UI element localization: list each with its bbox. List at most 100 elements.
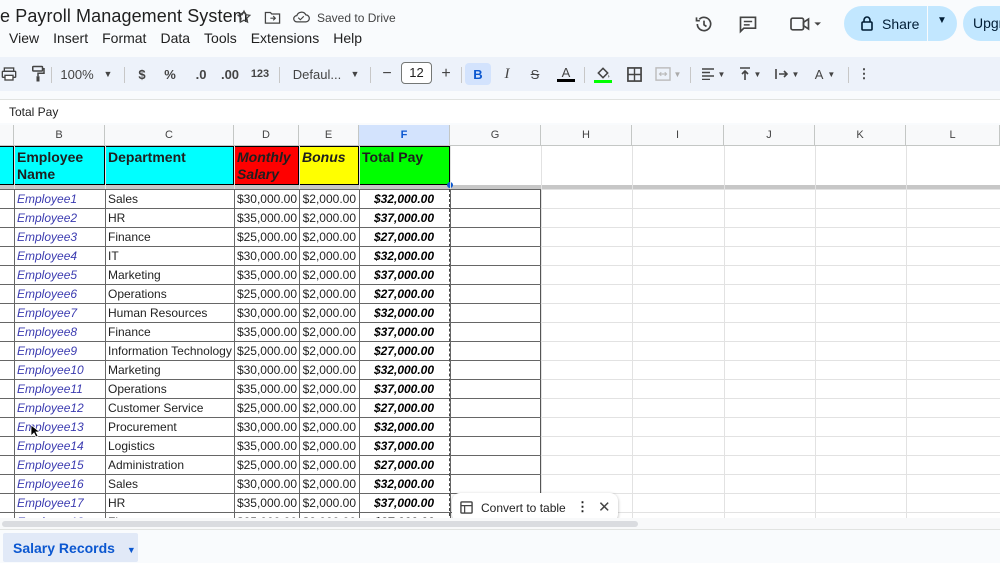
more-options-icon[interactable]: ⋮ xyxy=(856,63,872,85)
vertical-align-icon[interactable]: ▼ xyxy=(735,63,765,85)
employee-name-cell[interactable]: Employee15 xyxy=(17,456,103,474)
department-cell[interactable]: Marketing xyxy=(108,361,232,379)
salary-cell[interactable]: $25,000.00 xyxy=(235,228,297,246)
employee-name-cell[interactable]: Employee12 xyxy=(17,399,103,417)
salary-cell[interactable]: $25,000.00 xyxy=(235,342,297,360)
employee-name-cell[interactable]: Employee2 xyxy=(17,209,103,227)
total-pay-cell[interactable]: $32,000.00 xyxy=(360,418,448,436)
department-cell[interactable]: Operations xyxy=(108,380,232,398)
more-formats-button[interactable]: 123 xyxy=(248,63,272,85)
menu-view[interactable]: View xyxy=(9,30,39,46)
department-cell[interactable]: IT xyxy=(108,247,232,265)
font-dropdown-icon[interactable]: ▼ xyxy=(348,63,362,85)
menu-data[interactable]: Data xyxy=(160,30,190,46)
column-header-F[interactable]: F xyxy=(359,125,450,146)
table-row[interactable]: Employee3 Finance $25,000.00 $2,000.00 $27,0… xyxy=(0,228,541,246)
borders-icon[interactable] xyxy=(624,63,644,85)
column-header-C[interactable]: C xyxy=(105,125,234,146)
table-row[interactable]: Employee15 Administration $25,000.00 $2,000… xyxy=(0,456,541,474)
employee-name-cell[interactable]: Employee7 xyxy=(17,304,103,322)
strikethrough-button[interactable]: S xyxy=(525,63,545,85)
italic-button[interactable]: I xyxy=(497,63,517,85)
table-row[interactable]: Employee6 Operations $25,000.00 $2,000.00 $2… xyxy=(0,285,541,303)
table-row[interactable]: Employee2 HR $35,000.00 $2,000.00 $37,000.00 xyxy=(0,209,541,227)
increase-decimal-button[interactable]: .00 xyxy=(218,63,242,85)
table-row[interactable]: Employee10 Marketing $30,000.00 $2,000.00 $3… xyxy=(0,361,541,379)
bonus-cell[interactable]: $2,000.00 xyxy=(300,228,356,246)
bonus-cell[interactable]: $2,000.00 xyxy=(300,285,356,303)
zoom-dropdown-icon[interactable]: ▼ xyxy=(101,63,115,85)
total-pay-cell[interactable]: $32,000.00 xyxy=(360,190,448,208)
salary-cell[interactable]: $30,000.00 xyxy=(235,190,297,208)
total-pay-cell[interactable]: $27,000.00 xyxy=(360,228,448,246)
total-pay-cell[interactable]: $37,000.00 xyxy=(360,323,448,341)
employee-name-cell[interactable]: Employee3 xyxy=(17,228,103,246)
employee-name-cell[interactable]: Employee13 xyxy=(17,418,103,436)
zoom-select[interactable]: 100% xyxy=(58,63,96,85)
sheet-grid[interactable]: Employee Name Department Monthly Salary … xyxy=(0,146,1000,518)
bonus-cell[interactable]: $2,000.00 xyxy=(300,266,356,284)
bonus-cell[interactable]: $2,000.00 xyxy=(300,380,356,398)
salary-cell[interactable]: $35,000.00 xyxy=(235,209,297,227)
bonus-cell[interactable]: $2,000.00 xyxy=(300,304,356,322)
popup-more-icon[interactable]: ⋮ xyxy=(576,499,589,515)
employee-name-cell[interactable]: Employee17 xyxy=(17,494,103,512)
table-row[interactable]: Employee8 Finance $35,000.00 $2,000.00 $37,0… xyxy=(0,323,541,341)
employee-name-cell[interactable]: Employee10 xyxy=(17,361,103,379)
total-pay-cell[interactable]: $37,000.00 xyxy=(360,494,448,512)
bonus-cell[interactable]: $2,000.00 xyxy=(300,342,356,360)
bonus-cell[interactable]: $2,000.00 xyxy=(300,247,356,265)
menu-help[interactable]: Help xyxy=(333,30,362,46)
font-size-input[interactable]: 12 xyxy=(401,62,432,84)
bonus-cell[interactable]: $2,000.00 xyxy=(300,494,356,512)
header-department[interactable]: Department xyxy=(104,146,234,185)
document-title[interactable]: e Payroll Management System xyxy=(0,6,248,27)
bonus-cell[interactable]: $2,000.00 xyxy=(300,399,356,417)
total-pay-cell[interactable]: $32,000.00 xyxy=(360,475,448,493)
bonus-cell[interactable]: $2,000.00 xyxy=(300,361,356,379)
bold-button[interactable]: B xyxy=(465,63,491,85)
menu-extensions[interactable]: Extensions xyxy=(251,30,319,46)
employee-name-cell[interactable]: Employee6 xyxy=(17,285,103,303)
font-size-decrease-button[interactable]: − xyxy=(378,63,396,85)
table-row[interactable]: Employee12 Customer Service $25,000.00 $2,0… xyxy=(0,399,541,417)
total-pay-cell[interactable]: $37,000.00 xyxy=(360,266,448,284)
total-pay-cell[interactable]: $37,000.00 xyxy=(360,437,448,455)
merge-cells-icon[interactable]: ▼ xyxy=(653,63,683,85)
bonus-cell[interactable]: $2,000.00 xyxy=(300,190,356,208)
table-row[interactable]: Employee16 Sales $30,000.00 $2,000.00 $32,00… xyxy=(0,475,541,493)
employee-name-cell[interactable]: Employee11 xyxy=(17,380,103,398)
print-icon[interactable] xyxy=(0,63,18,85)
scrollbar-thumb[interactable] xyxy=(2,521,638,527)
salary-cell[interactable]: $35,000.00 xyxy=(235,437,297,455)
department-cell[interactable]: Customer Service xyxy=(108,399,232,417)
text-wrapping-icon[interactable]: ▼ xyxy=(771,63,803,85)
department-cell[interactable]: Marketing xyxy=(108,266,232,284)
department-cell[interactable]: Sales xyxy=(108,475,232,493)
bonus-cell[interactable]: $2,000.00 xyxy=(300,209,356,227)
bonus-cell[interactable]: $2,000.00 xyxy=(300,456,356,474)
formula-content[interactable]: Total Pay xyxy=(9,105,58,119)
column-header-B[interactable]: B xyxy=(14,125,105,146)
table-row[interactable]: Employee11 Operations $35,000.00 $2,000.00 $… xyxy=(0,380,541,398)
table-row[interactable]: Employee7 Human Resources $30,000.00 $2,000… xyxy=(0,304,541,322)
employee-name-cell[interactable]: Employee1 xyxy=(17,190,103,208)
header-cell-a[interactable] xyxy=(0,146,14,185)
employee-name-cell[interactable]: Employee9 xyxy=(17,342,103,360)
column-header-I[interactable]: I xyxy=(632,125,724,146)
decrease-decimal-button[interactable]: .0 xyxy=(190,63,212,85)
employee-name-cell[interactable]: Employee16 xyxy=(17,475,103,493)
department-cell[interactable]: Finance xyxy=(108,323,232,341)
department-cell[interactable]: Administration xyxy=(108,456,232,474)
column-header-E[interactable]: E xyxy=(299,125,359,146)
salary-cell[interactable]: $30,000.00 xyxy=(235,418,297,436)
font-select[interactable]: Defaul... xyxy=(289,63,345,85)
column-header-G[interactable]: G xyxy=(450,125,541,146)
bonus-cell[interactable]: $2,000.00 xyxy=(300,323,356,341)
share-button[interactable]: Share ▼ xyxy=(844,6,957,41)
department-cell[interactable]: Logistics xyxy=(108,437,232,455)
salary-cell[interactable]: $25,000.00 xyxy=(235,399,297,417)
text-color-button[interactable]: A xyxy=(554,63,578,85)
menu-tools[interactable]: Tools xyxy=(204,30,237,46)
salary-cell[interactable]: $25,000.00 xyxy=(235,456,297,474)
